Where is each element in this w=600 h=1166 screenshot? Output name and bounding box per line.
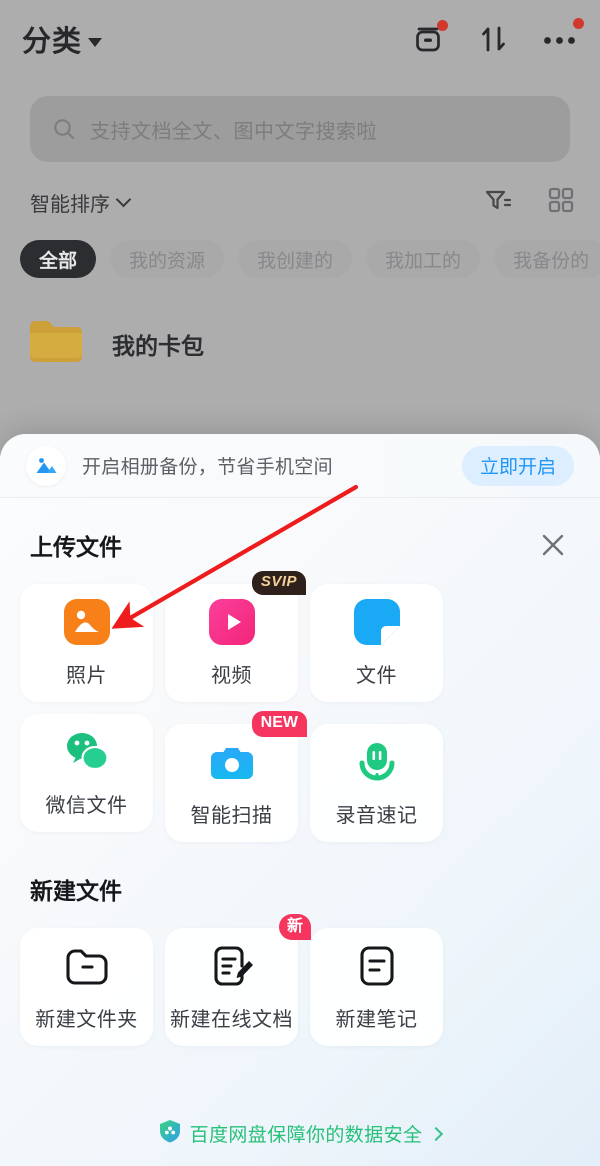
create-tile-folder[interactable]: 新建文件夹 [20,928,153,1046]
note-icon [354,943,400,989]
app-header: 分类 [0,0,600,78]
upload-tile-label: 录音速记 [335,804,418,827]
chevron-down-icon [115,191,132,208]
caret-down-icon [88,37,103,47]
camera-scan-icon [209,739,255,785]
upload-tile-label: 微信文件 [45,794,128,817]
chevron-right-icon [429,1126,444,1141]
filter-chips: 全部 我的资源 我创建的 我加工的 我备份的 [20,240,600,278]
backup-banner[interactable]: 开启相册备份，节省手机空间 立即开启 [0,434,600,498]
chip-label: 我备份的 [513,250,590,272]
transfer-arrows-icon[interactable] [476,21,512,57]
security-footer[interactable]: 百度网盘保障你的数据安全 [0,1119,600,1148]
upload-section-title: 上传文件 [30,534,122,560]
filter-icon[interactable] [484,187,512,218]
upload-tile-voice-note[interactable]: 录音速记 [310,724,443,842]
upload-tile-photo[interactable]: 照片 [20,584,153,702]
more-dots-icon[interactable] [542,18,584,57]
notification-dot [437,20,448,31]
upload-tile-label: 智能扫描 [190,804,273,827]
chip-created-by-me[interactable]: 我创建的 [238,240,353,278]
chip-all[interactable]: 全部 [20,240,97,278]
archive-box-icon[interactable] [410,20,448,57]
create-section-header: 新建文件 [0,842,600,906]
wechat-icon [64,729,110,775]
page-title: 分类 [22,26,83,58]
search-input[interactable]: 支持文档全文、图中文字搜索啦 [30,96,570,162]
new-folder-icon [64,943,110,989]
upload-tile-label: 文件 [356,664,397,687]
create-tiles: 新建文件夹 新 新建在线文档 新建笔记 [0,914,600,1046]
close-icon[interactable] [536,528,570,562]
create-tile-label: 新建在线文档 [170,1008,293,1031]
document-edit-icon [209,943,255,989]
upload-tile-label: 视频 [211,664,252,687]
upload-tile-video[interactable]: SVIP 视频 [165,571,306,702]
shield-icon [159,1119,181,1148]
chip-processed-by-me[interactable]: 我加工的 [366,240,481,278]
list-item[interactable]: 我的卡包 [28,318,204,369]
upload-tile-file[interactable]: 文件 [310,584,443,702]
chip-label: 全部 [39,250,78,272]
header-actions [410,18,584,57]
photo-icon [63,598,110,645]
folder-name: 我的卡包 [112,332,204,359]
grid-view-icon[interactable] [548,187,574,218]
upload-bottom-sheet: 开启相册备份，节省手机空间 立即开启 上传文件 照片 SVIP 视频 文件 微信… [0,434,600,1166]
chip-label: 我的资源 [129,250,206,272]
chip-label: 我创建的 [257,250,334,272]
sort-label: 智能排序 [30,193,110,216]
notification-dot [573,18,584,29]
svip-badge: SVIP [251,571,306,595]
search-icon [54,119,75,140]
new-badge: 新 [278,914,311,941]
backup-banner-text: 开启相册备份，节省手机空间 [82,457,333,478]
create-section-title: 新建文件 [30,878,122,904]
security-footer-text: 百度网盘保障你的数据安全 [189,1125,423,1146]
create-tile-note[interactable]: 新建笔记 [310,928,443,1046]
enable-backup-button[interactable]: 立即开启 [461,445,574,486]
video-icon [208,598,255,645]
search-placeholder: 支持文档全文、图中文字搜索啦 [90,120,377,143]
upload-tiles: 照片 SVIP 视频 文件 微信文件 NEW 智能扫描 录音速记 [0,571,600,842]
sort-filter-row: 智能排序 [30,183,574,221]
file-icon [353,598,400,645]
upload-section-header: 上传文件 [0,498,600,562]
category-dropdown[interactable]: 分类 [22,18,103,60]
chip-label: 我加工的 [385,250,462,272]
upload-tile-wechat[interactable]: 微信文件 [20,714,153,832]
folder-icon [28,318,84,369]
chip-backed-up-by-me[interactable]: 我备份的 [494,240,600,278]
sort-dropdown[interactable]: 智能排序 [30,188,132,217]
create-tile-label: 新建笔记 [335,1008,418,1031]
create-tile-label: 新建文件夹 [35,1008,138,1031]
upload-tile-smart-scan[interactable]: NEW 智能扫描 [165,711,307,842]
photo-cloud-icon [26,445,66,486]
new-badge: NEW [251,711,307,737]
upload-tile-label: 照片 [66,664,107,687]
microphone-icon [354,739,400,785]
chip-my-resources[interactable]: 我的资源 [110,240,225,278]
create-tile-online-doc[interactable]: 新 新建在线文档 [165,914,311,1046]
